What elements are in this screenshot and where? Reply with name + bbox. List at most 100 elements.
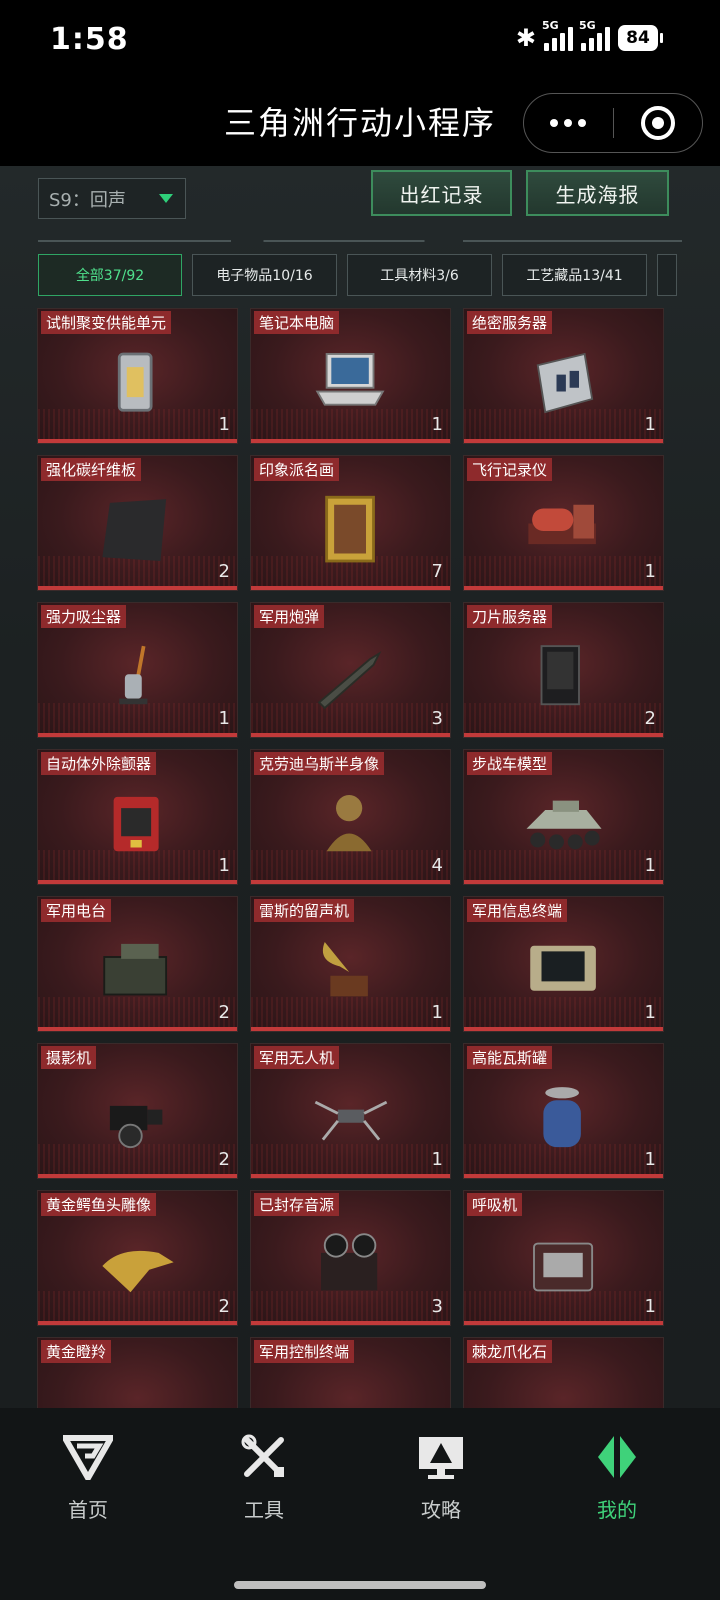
item-name: 黄金瞪羚 (41, 1340, 112, 1363)
item-name: 军用信息终端 (467, 899, 568, 922)
red-record-button[interactable]: 出红记录 (371, 170, 512, 216)
item-card[interactable]: 棘龙爪化石 (463, 1337, 664, 1408)
ventilator-icon (532, 1242, 593, 1292)
item-card[interactable]: 克劳迪乌斯半身像 4 (250, 749, 451, 885)
item-card[interactable]: 强力吸尘器 1 (37, 602, 238, 738)
item-card[interactable]: 已封存音源 3 (250, 1190, 451, 1326)
top-bar: 1:58 ✱ 5G 5G 84 三角洲行动小程序 (0, 0, 720, 166)
tab-tools[interactable]: 工具材料3/6 (347, 254, 492, 296)
nav-home-label: 首页 (68, 1498, 108, 1522)
item-card[interactable]: 雷斯的留声机 1 (250, 896, 451, 1032)
content-area[interactable]: S9：回声 出红记录 生成海报 全部37/92 电子物品10/16 工具材料3/… (0, 166, 720, 1408)
item-card[interactable]: 军用控制终端 (250, 1337, 451, 1408)
item-name: 自动体外除颤器 (41, 752, 157, 775)
item-count: 3 (431, 1296, 443, 1317)
item-name: 军用炮弹 (254, 605, 325, 628)
item-card[interactable]: 自动体外除颤器 1 (37, 749, 238, 885)
item-name: 飞行记录仪 (467, 458, 553, 481)
more-icon[interactable] (524, 119, 613, 127)
item-count: 2 (218, 1002, 230, 1023)
item-count: 1 (644, 1149, 656, 1170)
item-count: 1 (644, 561, 656, 582)
server-icon (536, 352, 593, 414)
item-card[interactable]: 军用炮弹 3 (250, 602, 451, 738)
item-card[interactable]: 摄影机 2 (37, 1043, 238, 1179)
item-grid: 试制聚变供能单元 1 笔记本电脑 1 绝密服务器 1 强化碳纤维板 2 印象派名画 7 飞行记录仪 1… (37, 308, 664, 1408)
vacuum-icon (118, 645, 147, 705)
item-name: 棘龙爪化石 (467, 1340, 553, 1363)
item-name: 刀片服务器 (467, 605, 553, 628)
drone-icon (314, 1100, 387, 1141)
guide-icon (419, 1437, 463, 1479)
divider (38, 240, 682, 242)
item-count: 3 (431, 708, 443, 729)
item-name: 黄金鳄鱼头雕像 (41, 1193, 157, 1216)
defibrillator-icon (113, 796, 159, 852)
bluetooth-icon: ✱ (515, 24, 536, 52)
item-count: 1 (431, 1002, 443, 1023)
item-count: 1 (644, 855, 656, 876)
season-select[interactable]: S9：回声 (38, 178, 186, 219)
home-indicator[interactable] (234, 1581, 486, 1589)
item-name: 雷斯的留声机 (254, 899, 355, 922)
item-count: 2 (218, 1149, 230, 1170)
item-card[interactable]: 刀片服务器 2 (463, 602, 664, 738)
item-name: 步战车模型 (467, 752, 553, 775)
item-card[interactable]: 飞行记录仪 1 (463, 455, 664, 591)
item-card[interactable]: 步战车模型 1 (463, 749, 664, 885)
item-count: 1 (644, 1002, 656, 1023)
item-card[interactable]: 军用信息终端 1 (463, 896, 664, 1032)
nav-profile-label: 我的 (597, 1498, 637, 1522)
carbon-plate-icon (101, 499, 166, 562)
item-name: 试制聚变供能单元 (41, 311, 172, 334)
item-card[interactable]: 绝密服务器 1 (463, 308, 664, 444)
tab-all[interactable]: 全部37/92 (38, 254, 182, 296)
item-name: 摄影机 (41, 1046, 97, 1069)
tab-electronics[interactable]: 电子物品10/16 (192, 254, 337, 296)
nav-tools-label: 工具 (244, 1498, 284, 1522)
item-count: 1 (644, 1296, 656, 1317)
item-card[interactable]: 黄金鳄鱼头雕像 2 (37, 1190, 238, 1326)
item-count: 1 (644, 414, 656, 435)
item-count: 2 (218, 561, 230, 582)
item-count: 4 (431, 855, 443, 876)
nav-guide-label: 攻略 (421, 1498, 461, 1522)
camera-icon (109, 1105, 162, 1149)
gazelle-icon (93, 1373, 183, 1408)
item-name: 克劳迪乌斯半身像 (254, 752, 385, 775)
item-card[interactable]: 试制聚变供能单元 1 (37, 308, 238, 444)
item-count: 1 (431, 1149, 443, 1170)
gramophone-icon (322, 942, 368, 997)
item-count: 1 (431, 414, 443, 435)
profile-icon (598, 1436, 636, 1478)
close-miniprogram-button[interactable] (614, 106, 703, 140)
radio-icon (102, 943, 167, 996)
item-name: 军用控制终端 (254, 1340, 355, 1363)
item-card[interactable]: 印象派名画 7 (250, 455, 451, 591)
tab-more[interactable] (657, 254, 677, 296)
nav-guide[interactable]: 攻略 (381, 1434, 501, 1523)
blade-server-icon (540, 645, 580, 706)
item-name: 强力吸尘器 (41, 605, 127, 628)
laptop-icon (315, 353, 384, 406)
nav-tools[interactable]: 工具 (204, 1434, 324, 1523)
nav-profile[interactable]: 我的 (557, 1434, 677, 1523)
item-card[interactable]: 高能瓦斯罐 1 (463, 1043, 664, 1179)
bottom-nav: 首页 工具 攻略 我的 (0, 1408, 720, 1600)
nav-home[interactable]: 首页 (28, 1434, 148, 1523)
generate-poster-button[interactable]: 生成海报 (526, 170, 669, 216)
item-card[interactable]: 军用无人机 1 (250, 1043, 451, 1179)
status-time: 1:58 (50, 22, 129, 57)
item-name: 已封存音源 (254, 1193, 340, 1216)
miniprogram-capsule (523, 93, 703, 153)
item-card[interactable]: 强化碳纤维板 2 (37, 455, 238, 591)
item-card[interactable]: 军用电台 2 (37, 896, 238, 1032)
tab-crafts[interactable]: 工艺藏品13/41 (502, 254, 647, 296)
item-card[interactable]: 笔记本电脑 1 (250, 308, 451, 444)
item-card[interactable]: 呼吸机 1 (463, 1190, 664, 1326)
item-card[interactable]: 黄金瞪羚 (37, 1337, 238, 1408)
terminal-icon (529, 945, 596, 991)
item-name: 强化碳纤维板 (41, 458, 142, 481)
tools-icon (241, 1434, 284, 1477)
item-name: 笔记本电脑 (254, 311, 340, 334)
